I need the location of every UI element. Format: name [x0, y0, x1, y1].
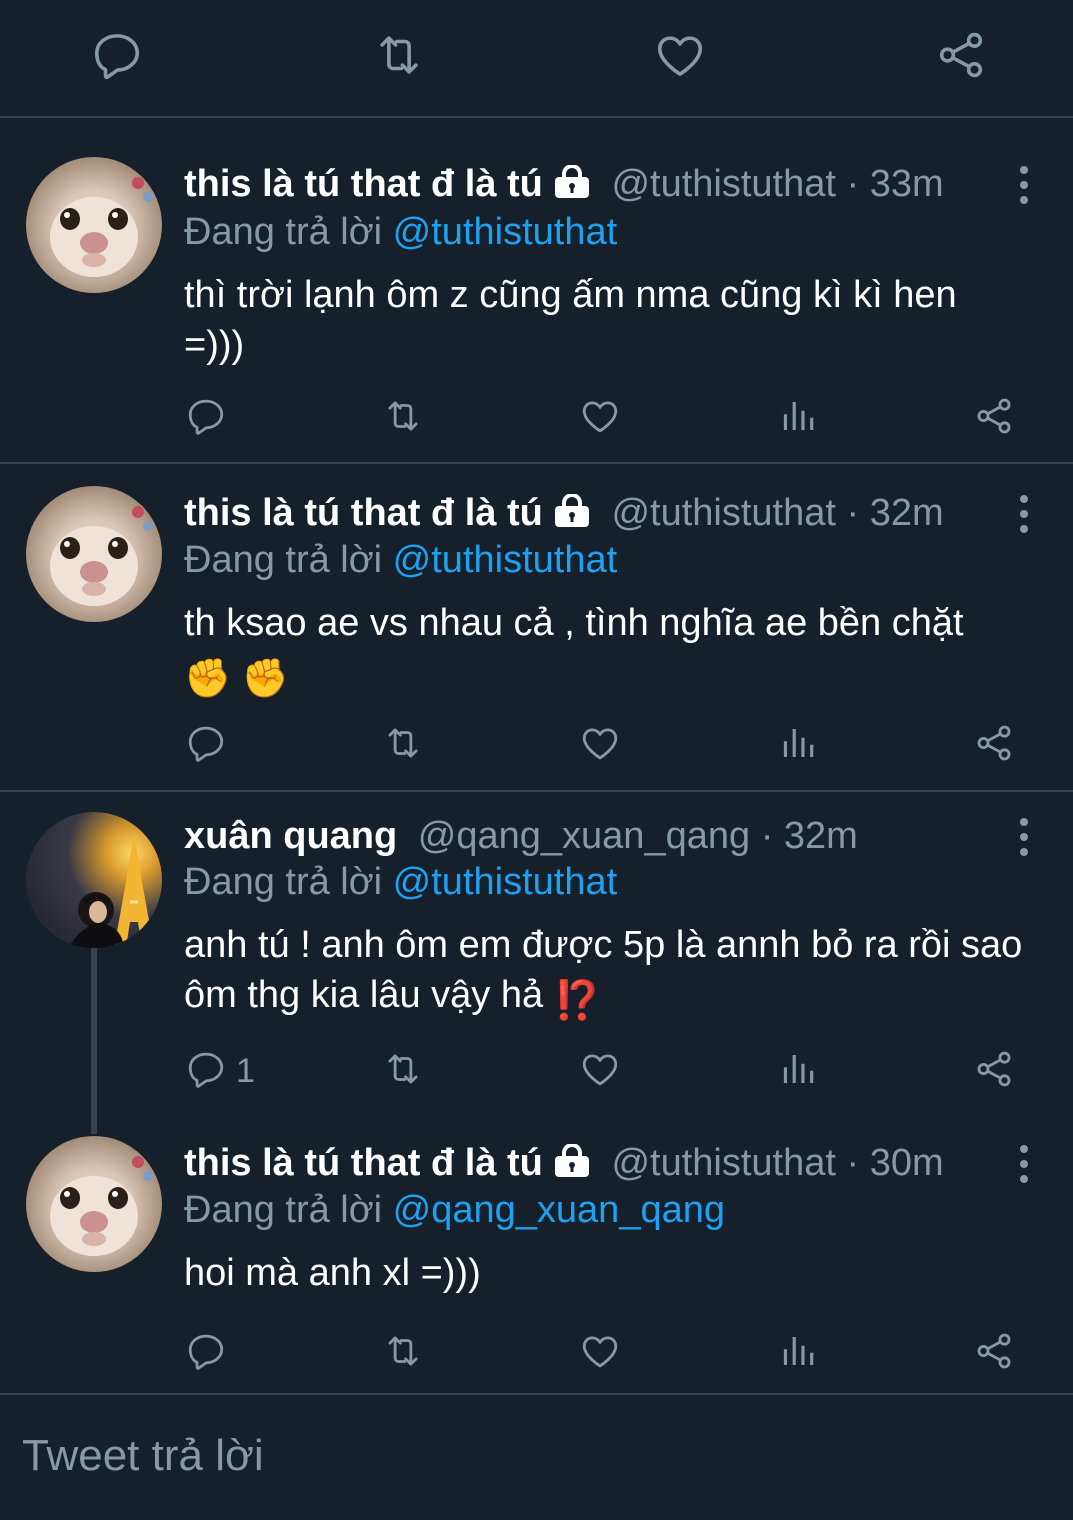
- share-icon[interactable]: [934, 28, 988, 82]
- replying-to: Đang trả lời @tuthistuthat: [184, 210, 617, 254]
- reply-composer[interactable]: Tweet trả lời: [0, 1393, 1073, 1520]
- tweet-text-content: th ksao ae vs nhau cả , tình nghĩa ae bề…: [184, 602, 964, 644]
- like-icon[interactable]: [579, 1048, 621, 1090]
- separator-dot: ·: [846, 492, 860, 534]
- like-icon[interactable]: [579, 1330, 621, 1372]
- avatar[interactable]: [26, 1136, 162, 1272]
- more-options-icon[interactable]: [1014, 165, 1034, 205]
- retweet-icon[interactable]: [382, 722, 424, 764]
- timestamp[interactable]: 32m: [784, 815, 858, 857]
- avatar[interactable]: [26, 157, 162, 293]
- reply-icon[interactable]: [185, 395, 227, 437]
- user-handle[interactable]: @tuthistuthat: [611, 1142, 835, 1184]
- separator-dot: ·: [760, 815, 774, 857]
- display-name[interactable]: this là tú that đ là tú: [184, 163, 543, 205]
- avatar[interactable]: [26, 812, 162, 948]
- replying-to: Đang trả lời @tuthistuthat: [184, 538, 617, 582]
- separator-dot: ·: [846, 163, 860, 205]
- reply-input-placeholder[interactable]: Tweet trả lời: [22, 1431, 264, 1481]
- replying-prefix: Đang trả lời: [184, 861, 383, 903]
- raised-fist-emoji: ✊ ✊: [184, 658, 290, 700]
- reply-icon[interactable]: [185, 722, 227, 764]
- tweet-text: hoi mà anh xl =))): [184, 1252, 481, 1294]
- share-icon[interactable]: [973, 722, 1015, 764]
- mention-link[interactable]: @tuthistuthat: [393, 211, 617, 253]
- tweet[interactable]: this là tú that đ là tú @tuthistuthat · …: [0, 120, 1073, 464]
- focused-tweet-action-bar: [0, 0, 1073, 118]
- tweet-text: thì trời lạnh ôm z cũng ấm nma cũng kì k…: [184, 274, 957, 366]
- lock-icon: [553, 1144, 591, 1178]
- reply-icon[interactable]: [185, 1330, 227, 1372]
- tweet-action-bar: [0, 1330, 1073, 1380]
- exclamation-question-emoji: ⁉️: [553, 980, 601, 1022]
- replying-prefix: Đang trả lời: [184, 1189, 383, 1231]
- analytics-icon[interactable]: [776, 1048, 818, 1090]
- timestamp[interactable]: 33m: [870, 163, 944, 205]
- like-icon[interactable]: [579, 395, 621, 437]
- replying-to: Đang trả lời @qang_xuan_qang: [184, 1188, 725, 1232]
- tweet-text: th ksao ae vs nhau cả , tình nghĩa ae bề…: [184, 598, 1024, 704]
- tweet-text-content: anh tú ! anh ôm em được 5p là annh bỏ ra…: [184, 924, 1023, 1016]
- replying-prefix: Đang trả lời: [184, 211, 383, 253]
- reply-icon[interactable]: [185, 1048, 227, 1090]
- mention-link[interactable]: @tuthistuthat: [393, 861, 617, 903]
- timestamp[interactable]: 30m: [870, 1142, 944, 1184]
- timestamp[interactable]: 32m: [870, 492, 944, 534]
- replying-prefix: Đang trả lời: [184, 539, 383, 581]
- tweet-action-bar: 1: [0, 1048, 1073, 1098]
- avatar[interactable]: [26, 486, 162, 622]
- tweet-header: this là tú that đ là tú @tuthistuthat · …: [184, 491, 944, 535]
- more-options-icon[interactable]: [1014, 1144, 1034, 1184]
- tweet[interactable]: this là tú that đ là tú @tuthistuthat · …: [0, 464, 1073, 792]
- retweet-icon[interactable]: [372, 28, 426, 82]
- separator-dot: ·: [846, 1142, 860, 1184]
- tweet-text: anh tú ! anh ôm em được 5p là annh bỏ ra…: [184, 920, 1024, 1026]
- replying-to: Đang trả lời @tuthistuthat: [184, 860, 617, 904]
- tweet-action-bar: [0, 395, 1073, 445]
- retweet-icon[interactable]: [382, 1330, 424, 1372]
- tweet-header: this là tú that đ là tú @tuthistuthat · …: [184, 1141, 944, 1185]
- tweet[interactable]: this là tú that đ là tú @tuthistuthat · …: [0, 1114, 1073, 1393]
- user-handle[interactable]: @tuthistuthat: [611, 492, 835, 534]
- analytics-icon[interactable]: [776, 395, 818, 437]
- share-icon[interactable]: [973, 1330, 1015, 1372]
- like-icon[interactable]: [579, 722, 621, 764]
- tweet-action-bar: [0, 722, 1073, 772]
- share-icon[interactable]: [973, 395, 1015, 437]
- display-name[interactable]: this là tú that đ là tú: [184, 1142, 543, 1184]
- like-icon[interactable]: [653, 28, 707, 82]
- retweet-icon[interactable]: [382, 395, 424, 437]
- more-options-icon[interactable]: [1014, 494, 1034, 534]
- retweet-icon[interactable]: [382, 1048, 424, 1090]
- display-name[interactable]: this là tú that đ là tú: [184, 492, 543, 534]
- analytics-icon[interactable]: [776, 1330, 818, 1372]
- user-handle[interactable]: @tuthistuthat: [611, 163, 835, 205]
- tweet-header: xuân quang @qang_xuan_qang · 32m: [184, 814, 858, 858]
- mention-link[interactable]: @qang_xuan_qang: [393, 1189, 725, 1231]
- analytics-icon[interactable]: [776, 722, 818, 764]
- reply-icon[interactable]: [90, 28, 144, 82]
- display-name[interactable]: xuân quang: [184, 815, 397, 857]
- reply-count: 1: [236, 1052, 255, 1090]
- mention-link[interactable]: @tuthistuthat: [393, 539, 617, 581]
- share-icon[interactable]: [973, 1048, 1015, 1090]
- user-handle[interactable]: @qang_xuan_qang: [418, 815, 750, 857]
- more-options-icon[interactable]: [1014, 817, 1034, 857]
- lock-icon: [553, 494, 591, 528]
- tweet[interactable]: xuân quang @qang_xuan_qang · 32m Đang tr…: [0, 792, 1073, 1114]
- tweet-header: this là tú that đ là tú @tuthistuthat · …: [184, 162, 944, 206]
- lock-icon: [553, 165, 591, 199]
